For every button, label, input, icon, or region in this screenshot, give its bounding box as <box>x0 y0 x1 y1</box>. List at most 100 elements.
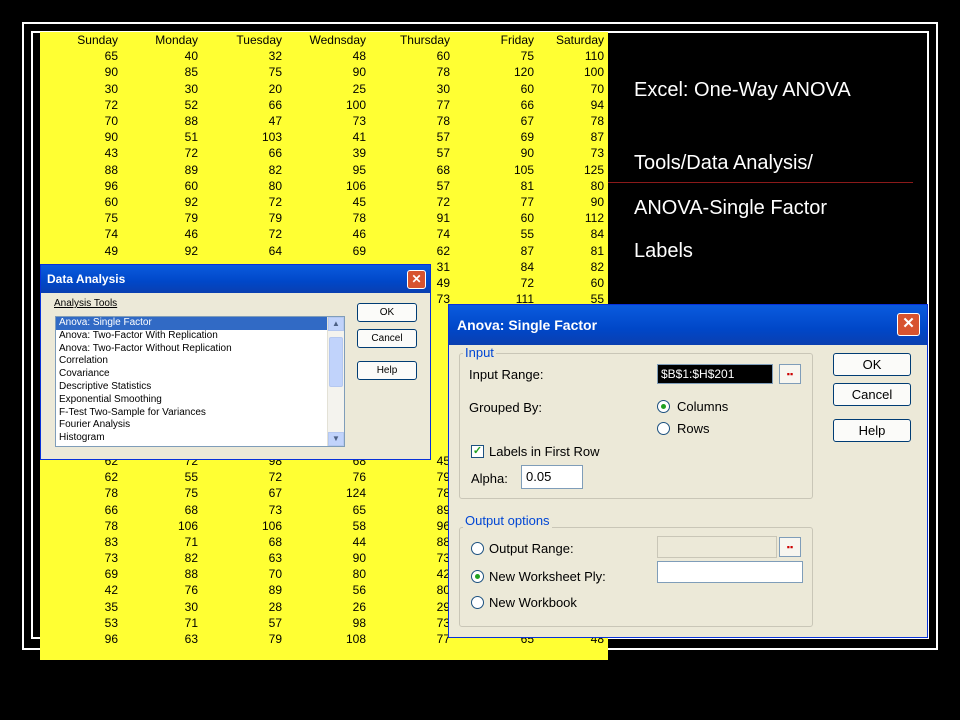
table-cell: 106 <box>261 518 282 533</box>
list-item[interactable]: Correlation <box>56 355 344 368</box>
table-cell: 39 <box>352 146 366 161</box>
cancel-button[interactable]: Cancel <box>357 329 417 348</box>
table-cell: 84 <box>520 259 534 274</box>
table-cell: 66 <box>268 97 282 112</box>
table-row: 96 60 80 106 57 81 80 <box>40 178 608 194</box>
table-cell: 60 <box>184 178 198 193</box>
table-cell: 87 <box>590 130 604 145</box>
anova-dialog: Anova: Single Factor ✕ Input Input Range… <box>448 304 928 638</box>
table-cell: 84 <box>590 227 604 242</box>
table-cell: 94 <box>590 97 604 112</box>
list-item[interactable]: Anova: Two-Factor With Replication <box>56 330 344 343</box>
new-worksheet-ply-field[interactable] <box>657 561 803 583</box>
table-cell: 70 <box>268 567 282 582</box>
table-cell: 72 <box>104 97 118 112</box>
ok-button[interactable]: OK <box>833 353 911 376</box>
labels-checkbox[interactable]: ✓ <box>471 445 484 458</box>
analysis-tools-list[interactable]: Anova: Single Factor Anova: Two-Factor Wi… <box>55 316 345 447</box>
table-cell: 58 <box>352 518 366 533</box>
scroll-thumb[interactable] <box>329 337 343 387</box>
table-cell: 76 <box>184 583 198 598</box>
column-header: Saturday <box>555 33 604 48</box>
range-select-icon[interactable]: ▪▪ <box>779 364 801 384</box>
new-worksheet-ply-label: New Worksheet Ply: <box>489 569 606 584</box>
table-cell: 72 <box>436 194 450 209</box>
table-cell: 90 <box>104 65 118 80</box>
table-cell: 53 <box>104 615 118 630</box>
new-workbook-radio[interactable] <box>471 596 484 609</box>
table-cell: 46 <box>352 227 366 242</box>
table-cell: 66 <box>520 97 534 112</box>
list-item[interactable]: Covariance <box>56 368 344 381</box>
columns-radio[interactable] <box>657 400 670 413</box>
list-scrollbar[interactable]: ▲ ▼ <box>327 317 344 446</box>
table-cell: 57 <box>268 615 282 630</box>
table-cell: 88 <box>184 114 198 129</box>
table-cell: 55 <box>184 470 198 485</box>
output-range-field[interactable] <box>657 536 777 558</box>
table-cell: 67 <box>268 486 282 501</box>
table-cell: 30 <box>104 81 118 96</box>
list-item[interactable]: Anova: Two-Factor Without Replication <box>56 343 344 356</box>
table-cell: 30 <box>436 81 450 96</box>
list-item[interactable]: F-Test Two-Sample for Variances <box>56 407 344 420</box>
close-icon[interactable]: ✕ <box>407 270 426 289</box>
table-cell: 60 <box>104 194 118 209</box>
table-cell: 64 <box>268 243 282 258</box>
note-tool: ANOVA-Single Factor <box>634 197 828 219</box>
header-row: Sunday Monday Tuesday Wednsday Thursday Frida… <box>40 32 608 48</box>
alpha-field[interactable]: 0.05 <box>521 465 583 489</box>
table-cell: 62 <box>104 470 118 485</box>
new-worksheet-ply-radio[interactable] <box>471 570 484 583</box>
ok-button[interactable]: OK <box>357 303 417 322</box>
scroll-down-icon[interactable]: ▼ <box>328 432 344 446</box>
table-cell: 20 <box>268 81 282 96</box>
scroll-up-icon[interactable]: ▲ <box>328 317 344 331</box>
output-range-radio[interactable] <box>471 542 484 555</box>
table-row: 90 85 75 90 78 120 100 <box>40 64 608 80</box>
table-row: 43 72 66 39 57 90 73 <box>40 145 608 161</box>
rows-radio[interactable] <box>657 422 670 435</box>
analysis-tools-label-text: Analysis Tools <box>54 298 118 309</box>
table-cell: 96 <box>104 632 118 647</box>
table-cell: 90 <box>520 146 534 161</box>
input-range-label: Input Range: <box>469 367 544 382</box>
column-header: Tuesday <box>236 33 282 48</box>
data-analysis-titlebar: Data Analysis <box>41 265 430 293</box>
input-range-field[interactable]: $B$1:$H$201 <box>657 364 773 384</box>
table-cell: 57 <box>436 146 450 161</box>
table-row: 90 51 103 41 57 69 87 <box>40 129 608 145</box>
table-cell: 92 <box>184 194 198 209</box>
table-cell: 78 <box>436 486 450 501</box>
close-icon[interactable]: ✕ <box>897 313 920 336</box>
table-cell: 70 <box>590 81 604 96</box>
table-cell: 72 <box>520 275 534 290</box>
table-cell: 80 <box>590 178 604 193</box>
list-item[interactable]: Anova: Single Factor <box>56 317 344 330</box>
table-cell: 72 <box>184 146 198 161</box>
list-item[interactable]: Exponential Smoothing <box>56 394 344 407</box>
table-cell: 55 <box>520 227 534 242</box>
help-button[interactable]: Help <box>357 361 417 380</box>
table-cell: 98 <box>352 615 366 630</box>
table-row: 75 79 79 78 91 60 112 <box>40 210 608 226</box>
table-cell: 56 <box>352 583 366 598</box>
list-item[interactable]: Descriptive Statistics <box>56 381 344 394</box>
table-cell: 67 <box>520 114 534 129</box>
table-cell: 40 <box>184 49 198 64</box>
table-cell: 51 <box>184 130 198 145</box>
note-labels: Labels <box>634 240 693 262</box>
help-button[interactable]: Help <box>833 419 911 442</box>
output-range-select-icon[interactable]: ▪▪ <box>779 537 801 557</box>
table-cell: 60 <box>436 49 450 64</box>
table-cell: 90 <box>590 194 604 209</box>
cancel-button[interactable]: Cancel <box>833 383 911 406</box>
table-cell: 106 <box>345 178 366 193</box>
table-cell: 75 <box>268 65 282 80</box>
table-cell: 80 <box>436 583 450 598</box>
output-group-label: Output options <box>463 513 552 528</box>
note-title: Excel: One-Way ANOVA <box>634 79 851 101</box>
list-item[interactable]: Fourier Analysis <box>56 419 344 432</box>
list-item[interactable]: Histogram <box>56 432 344 445</box>
table-cell: 60 <box>520 81 534 96</box>
